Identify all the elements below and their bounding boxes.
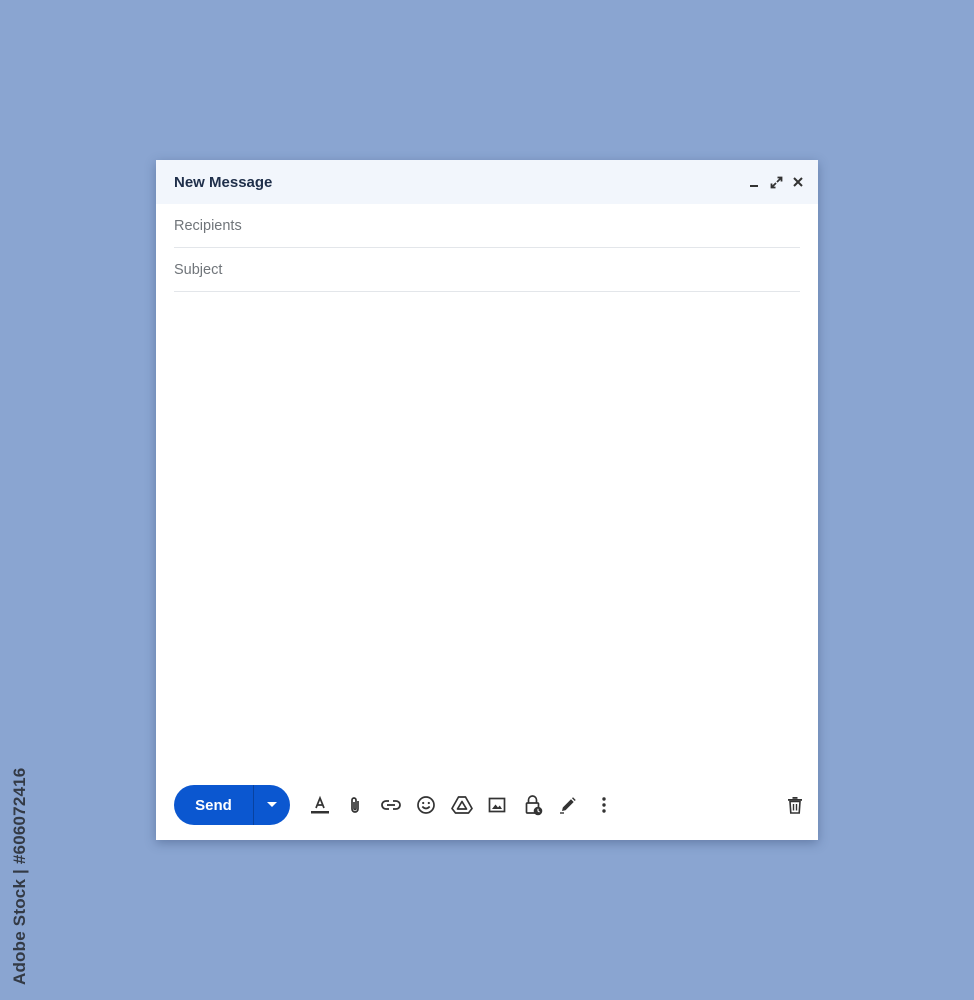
link-icon[interactable] xyxy=(373,789,409,821)
formatting-tools xyxy=(302,789,622,821)
drive-icon[interactable] xyxy=(444,789,480,821)
trash-icon[interactable] xyxy=(783,789,807,821)
image-icon[interactable] xyxy=(480,789,516,821)
attach-icon[interactable] xyxy=(338,789,374,821)
window-controls xyxy=(746,174,806,190)
subject-field xyxy=(174,248,800,292)
text-format-icon[interactable] xyxy=(302,789,338,821)
subject-input[interactable] xyxy=(174,261,800,278)
send-options-button[interactable] xyxy=(254,785,290,825)
stock-watermark: Adobe Stock | #606072416 xyxy=(10,767,29,985)
send-button-group: Send xyxy=(174,785,290,825)
recipients-input[interactable] xyxy=(174,217,800,234)
caret-down-icon xyxy=(267,802,277,807)
expand-icon[interactable] xyxy=(768,174,784,190)
send-button[interactable]: Send xyxy=(174,785,253,825)
compose-titlebar: New Message xyxy=(156,160,818,204)
signature-pen-icon[interactable] xyxy=(551,789,587,821)
minimize-icon[interactable] xyxy=(746,174,762,190)
more-options-icon[interactable] xyxy=(586,789,622,821)
close-icon[interactable] xyxy=(790,174,806,190)
emoji-icon[interactable] xyxy=(409,789,445,821)
compose-toolbar: Send xyxy=(174,785,802,825)
recipients-field xyxy=(174,204,800,248)
confidential-lock-icon[interactable] xyxy=(515,789,551,821)
compose-title: New Message xyxy=(174,173,273,191)
message-body[interactable] xyxy=(174,300,800,774)
compose-window: New Message Send xyxy=(156,160,818,840)
